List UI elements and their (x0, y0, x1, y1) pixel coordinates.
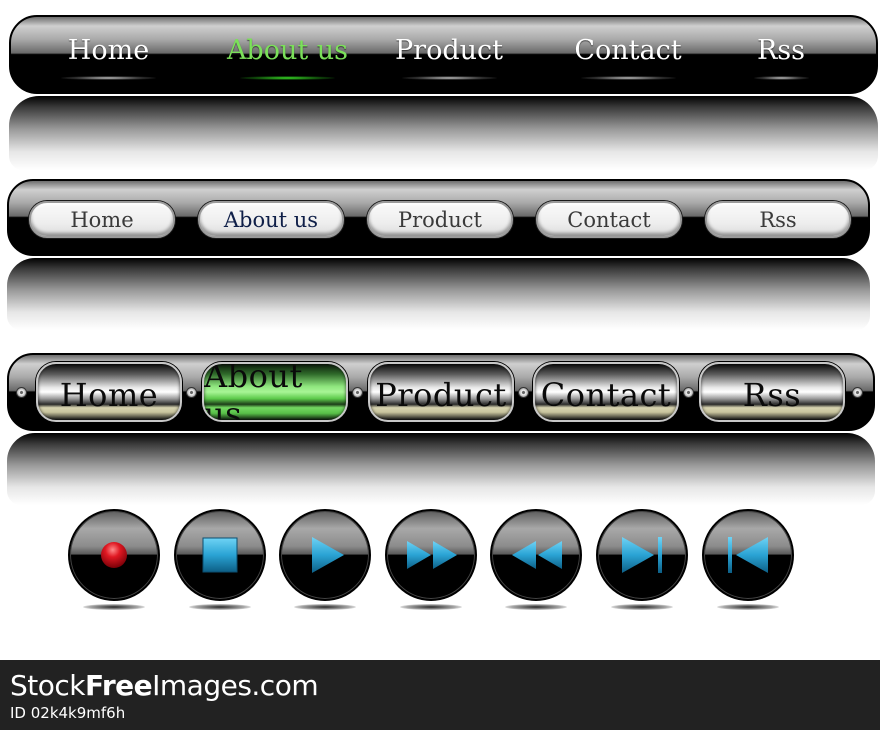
nav2-label: Home (70, 207, 134, 232)
nav1-item-rss[interactable]: Rss (746, 17, 816, 92)
stop-icon (202, 537, 238, 573)
nav2-item-contact[interactable]: Contact (536, 201, 682, 238)
nav1-label: Home (67, 35, 150, 66)
nav3-label: Product (375, 376, 507, 414)
nav2-item-about-us[interactable]: About us (198, 201, 344, 238)
fast-forward-icon (407, 541, 457, 569)
skip-previous-icon (728, 537, 768, 573)
nav1-item-home[interactable]: Home (61, 17, 156, 92)
brand-bold: Free (85, 669, 153, 702)
nav-bar-chrome: Home About us Product Contact Rss (7, 353, 875, 431)
nav3-item-product[interactable]: Product (368, 362, 514, 422)
brand-prefix: Stock (10, 669, 86, 702)
nav1-label: Product (395, 35, 503, 66)
record-icon (101, 542, 127, 568)
bar-reflection (9, 96, 878, 170)
nav3-label: About us (204, 362, 303, 422)
button-shadow (400, 604, 462, 610)
stop-button[interactable] (174, 509, 266, 601)
button-shadow (294, 604, 356, 610)
rivet-icon (186, 387, 197, 398)
bar-reflection (7, 258, 870, 330)
watermark-brand: StockFreeImages.com (10, 669, 319, 702)
glow-indicator (580, 76, 676, 80)
button-shadow (611, 604, 673, 610)
watermark-footer: StockFreeImages.com ID 02k4k9mf6h (0, 660, 880, 730)
rivet-icon (852, 387, 863, 398)
nav2-item-rss[interactable]: Rss (705, 201, 851, 238)
rivet-icon (518, 387, 529, 398)
nav3-item-rss[interactable]: Rss (699, 362, 845, 422)
brand-suffix: Images.com (152, 669, 319, 702)
rewind-button[interactable] (490, 509, 582, 601)
rewind-icon (512, 541, 562, 569)
glow-indicator (401, 76, 497, 80)
button-shadow (83, 604, 145, 610)
nav3-item-home[interactable]: Home (36, 362, 182, 422)
nav1-label: About us (226, 35, 349, 66)
glow-indicator (240, 76, 335, 80)
glow-indicator (61, 76, 156, 80)
nav3-item-contact[interactable]: Contact (533, 362, 679, 422)
nav3-label: Home (59, 376, 159, 414)
rivet-icon (352, 387, 363, 398)
nav1-label: Rss (756, 35, 806, 66)
nav2-item-home[interactable]: Home (29, 201, 175, 238)
nav-bar-glow: Home About us Product Contact Rss (9, 15, 878, 94)
nav2-label: Product (398, 207, 482, 232)
button-shadow (717, 604, 779, 610)
nav1-item-about-us[interactable]: About us (225, 17, 350, 92)
image-id: ID 02k4k9mf6h (10, 704, 126, 722)
nav3-item-about-us[interactable]: About us (202, 362, 348, 422)
button-shadow (189, 604, 251, 610)
nav2-label: Contact (567, 207, 651, 232)
nav3-label: Rss (742, 376, 802, 414)
nav2-label: Rss (759, 207, 797, 232)
skip-previous-button[interactable] (702, 509, 794, 601)
nav1-item-contact[interactable]: Contact (573, 17, 683, 92)
nav2-item-product[interactable]: Product (367, 201, 513, 238)
fast-forward-button[interactable] (385, 509, 477, 601)
record-button[interactable] (68, 509, 160, 601)
rivet-icon (683, 387, 694, 398)
nav3-label: Contact (540, 376, 672, 414)
play-icon (312, 537, 344, 573)
glow-indicator (753, 76, 809, 80)
play-button[interactable] (279, 509, 371, 601)
nav2-label: About us (223, 207, 319, 232)
nav1-item-product[interactable]: Product (394, 17, 504, 92)
button-shadow (505, 604, 567, 610)
skip-next-icon (622, 537, 662, 573)
nav1-label: Contact (574, 35, 682, 66)
skip-next-button[interactable] (596, 509, 688, 601)
nav-bar-pills: Home About us Product Contact Rss (7, 179, 870, 256)
bar-reflection (7, 433, 875, 505)
rivet-icon (16, 387, 27, 398)
